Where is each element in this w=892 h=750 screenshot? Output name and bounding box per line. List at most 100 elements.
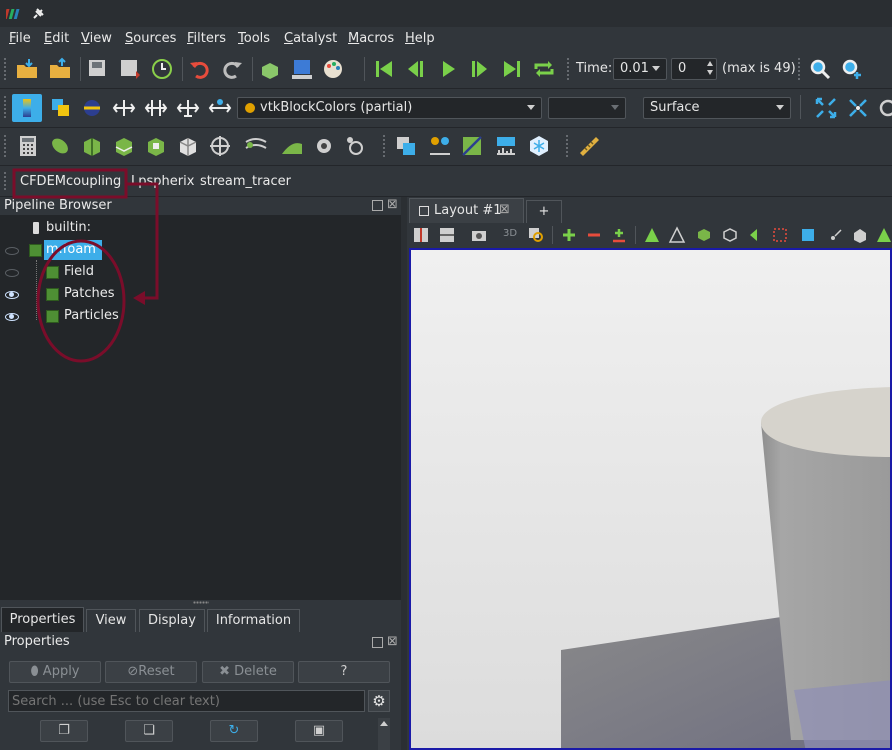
glyph-icon[interactable] — [208, 134, 232, 158]
previous-frame-icon[interactable] — [404, 57, 428, 81]
close-tab-icon[interactable]: ⊠ — [499, 202, 510, 217]
select-points-on-icon[interactable] — [668, 226, 686, 244]
toolbar-grip[interactable] — [3, 57, 7, 81]
redo-icon[interactable] — [220, 57, 244, 81]
slice-icon[interactable] — [112, 134, 136, 158]
select-points-frustum-icon[interactable] — [721, 226, 739, 244]
next-frame-icon[interactable] — [468, 57, 492, 81]
zoom-to-box-icon[interactable] — [527, 226, 545, 244]
save-defaults-button[interactable]: ▣ — [295, 720, 343, 742]
extract-level-icon[interactable] — [344, 134, 368, 158]
save-file-icon[interactable] — [48, 57, 72, 81]
toggle-color-legend-button[interactable] — [12, 94, 42, 122]
color-palette-icon[interactable] — [322, 57, 346, 81]
use-separate-colormap-icon[interactable] — [80, 96, 104, 120]
main-splitter[interactable] — [401, 197, 407, 750]
history-icon[interactable] — [150, 57, 174, 81]
select-cells-frustum-icon[interactable] — [695, 226, 713, 244]
zoom-to-data-icon[interactable] — [846, 96, 870, 120]
zoom-to-box-icon[interactable] — [876, 96, 892, 120]
menu-filters[interactable]: Filters — [187, 31, 226, 46]
select-cells-subtract-icon[interactable] — [585, 226, 603, 244]
calculator-icon[interactable] — [16, 134, 40, 158]
properties-scrollbar[interactable] — [378, 718, 390, 750]
contour-icon[interactable] — [48, 134, 72, 158]
select-toggle-icon[interactable] — [610, 226, 628, 244]
menu-catalyst[interactable]: Catalyst — [284, 31, 337, 46]
save-state-icon[interactable] — [86, 57, 110, 81]
open-file-icon[interactable] — [15, 57, 39, 81]
menu-tools[interactable]: Tools — [238, 31, 270, 46]
split-horizontal-icon[interactable] — [412, 226, 430, 244]
warp-by-vector-icon[interactable] — [280, 134, 304, 158]
hover-points-icon[interactable] — [827, 226, 845, 244]
connect-server-icon[interactable] — [290, 57, 314, 81]
stream-tracer-icon[interactable] — [244, 134, 268, 158]
rescale-custom-range-icon[interactable] — [144, 96, 168, 120]
visibility-eye-icon[interactable] — [5, 269, 19, 277]
grow-selection-icon[interactable] — [851, 226, 869, 244]
rescale-data-range-icon[interactable] — [112, 96, 136, 120]
float-panel-icon[interactable] — [372, 200, 383, 211]
last-frame-icon[interactable] — [500, 57, 524, 81]
play-icon[interactable] — [436, 57, 460, 81]
select-block-icon[interactable] — [771, 226, 789, 244]
tab-properties[interactable]: Properties — [1, 607, 84, 632]
macro-lpspherix[interactable]: Lpspherix — [131, 174, 194, 189]
menu-file[interactable]: File — [9, 31, 31, 46]
first-frame-icon[interactable] — [372, 57, 396, 81]
extract-subset-icon[interactable] — [176, 134, 200, 158]
clip-icon[interactable] — [80, 134, 104, 158]
rescale-temporal-range-icon[interactable] — [176, 96, 200, 120]
properties-search-input[interactable] — [8, 690, 365, 712]
capture-screenshot-icon[interactable] — [470, 226, 488, 244]
delete-button[interactable]: ✖ Delete — [202, 661, 294, 683]
histogram-icon[interactable] — [494, 134, 518, 158]
tree-row-patches[interactable]: Patches — [0, 284, 401, 304]
group-datasets-icon[interactable] — [312, 134, 336, 158]
threshold-icon[interactable] — [144, 134, 168, 158]
find-data-icon[interactable] — [808, 57, 832, 81]
select-polygon-cells-icon[interactable] — [747, 226, 765, 244]
pin-icon[interactable] — [31, 7, 45, 21]
spin-down-icon[interactable] — [707, 70, 713, 75]
apply-button[interactable]: ⬮ Apply — [9, 661, 101, 683]
paste-properties-button[interactable]: ❏ — [125, 720, 173, 742]
restore-defaults-button[interactable]: ↻ — [210, 720, 258, 742]
tab-information[interactable]: Information — [207, 609, 300, 632]
close-panel-icon[interactable]: ⊠ — [387, 634, 398, 649]
menu-sources[interactable]: Sources — [125, 31, 176, 46]
menu-help[interactable]: Help — [405, 31, 435, 46]
splitter-handle[interactable] — [193, 601, 209, 604]
tree-row-builtin[interactable]: builtin: — [0, 218, 401, 238]
split-vertical-icon[interactable] — [438, 226, 456, 244]
close-panel-icon[interactable]: ⊠ — [387, 197, 398, 212]
time-index-spinbox[interactable]: 0 — [671, 58, 717, 80]
plot-over-line-icon[interactable] — [460, 134, 484, 158]
tab-layout-1[interactable]: Layout #1 ⊠ — [409, 198, 524, 223]
scroll-up-icon[interactable] — [380, 721, 388, 726]
copy-properties-button[interactable]: ❐ — [40, 720, 88, 742]
undo-icon[interactable] — [188, 57, 212, 81]
select-cells-on-icon[interactable] — [643, 226, 661, 244]
find-data-add-icon[interactable] — [840, 57, 864, 81]
representation-combo[interactable]: Surface — [643, 97, 791, 119]
toggle-3d-button[interactable]: 3D — [503, 228, 517, 239]
macro-cfdemcoupling[interactable]: CFDEMcoupling — [20, 174, 121, 189]
snowflake-icon[interactable] — [527, 134, 551, 158]
selection-icon[interactable] — [394, 134, 418, 158]
color-by-combo[interactable]: vtkBlockColors (partial) — [237, 97, 542, 119]
load-state-icon[interactable] — [118, 57, 142, 81]
add-layout-tab-button[interactable]: + — [526, 200, 562, 223]
edit-colormap-icon[interactable] — [49, 96, 73, 120]
reset-session-icon[interactable] — [258, 57, 282, 81]
menu-view[interactable]: View — [81, 31, 112, 46]
interactive-select-icon[interactable] — [799, 226, 817, 244]
menu-edit[interactable]: Edit — [44, 31, 69, 46]
visibility-eye-icon[interactable] — [5, 313, 19, 321]
tree-row-foam[interactable]: m.foam — [0, 240, 401, 260]
macro-stream-tracer[interactable]: stream_tracer — [200, 174, 291, 189]
advanced-settings-gear-icon[interactable]: ⚙ — [368, 690, 390, 712]
visibility-eye-icon[interactable] — [5, 247, 19, 255]
rescale-visible-range-icon[interactable] — [208, 96, 232, 120]
